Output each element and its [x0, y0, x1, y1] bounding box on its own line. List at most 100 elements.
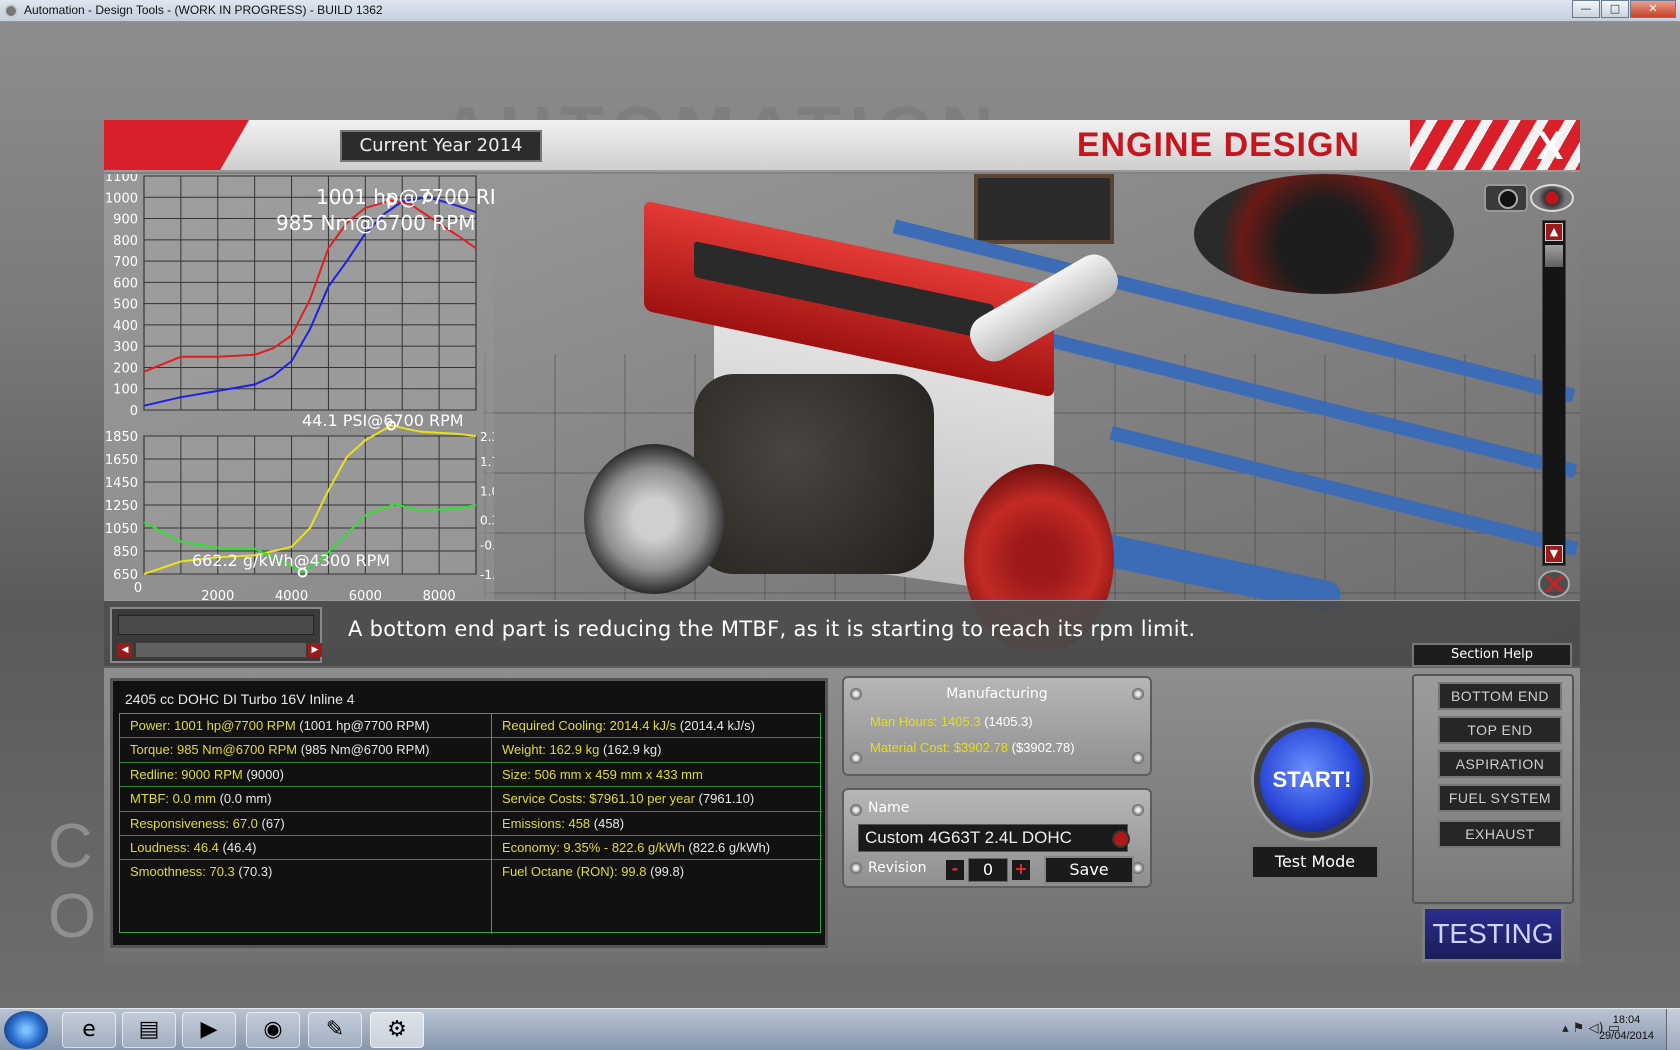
engine-design-dialog: Current Year 2014 ENGINE DESIGN X ▲ ▼ 11…: [104, 120, 1580, 965]
y-tick-label-right: 1.7: [480, 455, 494, 469]
file-explorer-icon[interactable]: ▤: [122, 1012, 176, 1048]
y-tick-label: 100: [113, 383, 138, 398]
stat-row: Redline: 9000 RPM (9000): [120, 763, 491, 788]
stat-reference: (822.6 g/kWh): [684, 839, 771, 855]
stat-row: Service Costs: $7961.10 per year (7961.1…: [492, 787, 822, 812]
menu-top-end[interactable]: TOP END: [1438, 716, 1562, 744]
menu-aspiration[interactable]: ASPIRATION: [1438, 750, 1562, 778]
close-dialog-button[interactable]: X: [1530, 124, 1570, 168]
stat-value: Redline: 9000 RPM: [130, 766, 243, 782]
man-hours: Man Hours: 1405.3 (1405.3): [870, 714, 1033, 729]
stat-row: Weight: 162.9 kg (162.9 kg): [492, 738, 822, 763]
engine-charts-panel: 1100 1000 900 800 700 600 500 400 300 200 100 0 1001…: [104, 174, 494, 604]
stat-reference: (9000): [242, 766, 284, 782]
stat-reference: (46.4): [218, 839, 257, 855]
paint-icon[interactable]: ✎: [308, 1012, 362, 1048]
internet-explorer-icon[interactable]: e: [62, 1012, 116, 1048]
engine-name-input[interactable]: Custom 4G63T 2.4L DOHC: [858, 824, 1128, 852]
stat-value: Loudness: 46.4: [130, 839, 219, 855]
min-bsfc-label: 662.2 g/kWh@4300 RPM: [192, 551, 390, 570]
media-player-icon[interactable]: ▶: [182, 1012, 236, 1048]
dialog-header: Current Year 2014 ENGINE DESIGN X: [104, 120, 1580, 172]
name-label: Name: [868, 800, 910, 816]
save-button[interactable]: Save: [1044, 856, 1134, 884]
exhaust-manifold: [694, 374, 934, 574]
window-titlebar: Automation - Design Tools - (WORK IN PRO…: [0, 0, 1680, 22]
stat-value: Service Costs: $7961.10 per year: [502, 791, 695, 807]
revision-label: Revision: [868, 860, 927, 876]
y-tick-label-left: 1250: [105, 499, 138, 514]
revision-increment-button[interactable]: +: [1012, 860, 1030, 880]
minimize-button[interactable]: —: [1572, 0, 1600, 18]
section-menu: BOTTOM END TOP END ASPIRATION FUEL SYSTE…: [1412, 674, 1574, 904]
menu-testing[interactable]: TESTING: [1422, 906, 1564, 962]
garage-fan: [1194, 174, 1454, 294]
stat-row: MTBF: 0.0 mm (0.0 mm): [120, 787, 491, 812]
stat-row: Size: 506 mm x 459 mm x 433 mm: [492, 763, 822, 788]
scroll-up-icon[interactable]: ▲: [1545, 223, 1563, 241]
clear-name-icon[interactable]: [1112, 830, 1130, 848]
stat-value: Weight: 162.9 kg: [502, 742, 600, 758]
scroll-down-icon[interactable]: ▼: [1545, 545, 1563, 563]
close-window-button[interactable]: ✕: [1630, 0, 1676, 18]
y-tick-label-left: 1450: [105, 476, 138, 491]
automation-app-icon[interactable]: ⚙: [370, 1012, 424, 1048]
stat-reference: (67): [257, 815, 285, 831]
stat-row: Power: 1001 hp@7700 RPM (1001 hp@7700 RP…: [120, 714, 491, 739]
test-mode-button[interactable]: Test Mode: [1250, 844, 1380, 880]
stat-reference: (2014.4 kJ/s): [676, 718, 755, 733]
menu-exhaust[interactable]: EXHAUST: [1438, 820, 1562, 848]
zoom-scrollbar[interactable]: ▲ ▼: [1542, 220, 1566, 566]
clock-time: 18:04: [1612, 1014, 1641, 1026]
bottom-panel: 2405 cc DOHC DI Turbo 16V Inline 4 Power…: [104, 668, 1580, 965]
menu-fuel-system[interactable]: FUEL SYSTEM: [1438, 784, 1562, 812]
thumb-prev-icon[interactable]: ◀: [118, 643, 132, 657]
stats-column-right: Required Cooling: 2014.4 kJ/s (2014.4 kJ…: [492, 714, 822, 934]
revision-decrement-button[interactable]: -: [946, 860, 964, 880]
thumb-track[interactable]: [136, 643, 306, 657]
y-tick-label: 1100: [105, 174, 138, 185]
app-icon: [4, 4, 18, 18]
stat-row: Responsiveness: 67.0 (67): [120, 812, 491, 836]
y-tick-label: 300: [113, 340, 138, 355]
thumb-next-icon[interactable]: ▶: [308, 643, 322, 657]
engine-charts-svg: 1100100090080070060050040030020010001001…: [105, 174, 494, 604]
y-tick-label: 200: [113, 361, 138, 376]
header-stripe-left: [104, 120, 250, 170]
material-cost: Material Cost: $3902.78 ($3902.78): [870, 740, 1075, 755]
chrome-icon[interactable]: ◉: [246, 1012, 300, 1048]
stat-row: Economy: 9.35% - 822.6 g/kWh (822.6 g/kW…: [492, 836, 822, 861]
camera-icon[interactable]: [1484, 184, 1528, 212]
start-button[interactable]: START!: [1254, 722, 1370, 838]
menu-bottom-end[interactable]: BOTTOM END: [1438, 682, 1562, 710]
taskbar-clock[interactable]: 18:04 29/04/2014: [1599, 1012, 1654, 1044]
naming-panel: Name Custom 4G63T 2.4L DOHC Revision - 0…: [842, 788, 1152, 888]
stat-value: Size: 506 mm x 459 mm x 433 mm: [502, 766, 703, 782]
windows-start-icon[interactable]: [4, 1011, 48, 1049]
eye-icon[interactable]: [1530, 184, 1574, 212]
scroll-thumb[interactable]: [1545, 245, 1563, 267]
thumbnail-slot: [118, 615, 314, 635]
stat-reference: (162.9 kg): [599, 742, 662, 758]
peak-boost-label: 44.1 PSI@6700 RPM: [302, 411, 464, 430]
stat-row: Smoothness: 70.3 (70.3): [120, 860, 491, 884]
wall-picture: [974, 174, 1114, 244]
x-tick-label: 0: [134, 581, 142, 596]
engine-model[interactable]: [584, 200, 1126, 649]
show-desktop-button[interactable]: [1666, 1009, 1680, 1050]
windows-taskbar: e ▤ ▶ ◉ ✎ ⚙ ▴ ⚑ ◁) ▭ 18:04 29/04/2014: [0, 1008, 1680, 1050]
peak-torque-label: 985 Nm@6700 RPM: [276, 211, 475, 235]
reset-view-icon[interactable]: [1538, 570, 1570, 598]
y-tick-label: 800: [113, 234, 138, 249]
section-help-button[interactable]: Section Help: [1412, 643, 1572, 667]
stat-reference: (99.8): [646, 864, 685, 880]
stat-reference: (0.0 mm): [215, 791, 272, 807]
maximize-button[interactable]: □: [1601, 0, 1629, 18]
man-hours-reference: (1405.3): [980, 714, 1033, 729]
stat-row: Torque: 985 Nm@6700 RPM (985 Nm@6700 RPM…: [120, 738, 491, 763]
y-tick-label: 0: [130, 404, 138, 419]
stat-value: Smoothness: 70.3: [130, 864, 235, 880]
y-tick-label-left: 1650: [105, 453, 138, 468]
stat-row: Loudness: 46.4 (46.4): [120, 836, 491, 861]
stat-row: Emissions: 458 (458): [492, 812, 822, 836]
